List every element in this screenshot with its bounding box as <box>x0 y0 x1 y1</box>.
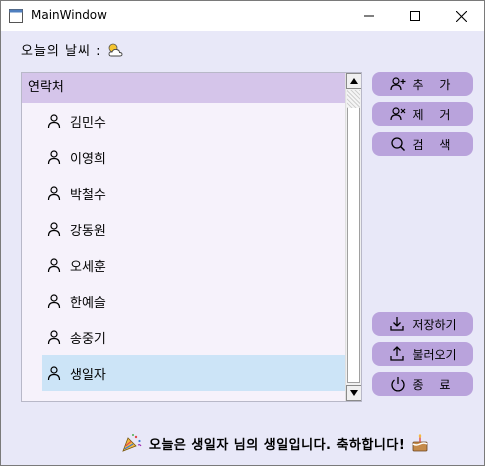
close-button[interactable] <box>438 1 484 31</box>
minimize-button[interactable] <box>346 1 392 31</box>
download-icon <box>390 317 405 331</box>
contact-name: 김민수 <box>70 115 106 131</box>
person-icon <box>47 222 61 237</box>
add-button-label: 추 가 <box>412 77 457 92</box>
contact-name: 생일자 <box>70 367 106 383</box>
add-user-icon <box>389 77 406 91</box>
search-button[interactable]: 검 색 <box>372 132 473 156</box>
save-button[interactable]: 저장하기 <box>372 312 473 336</box>
contact-item[interactable]: 김민수 <box>42 103 345 139</box>
person-icon <box>47 186 61 201</box>
contact-item[interactable]: 강동원 <box>42 211 345 247</box>
contact-item[interactable]: 이영희 <box>42 139 345 175</box>
person-icon <box>47 294 61 309</box>
arrow-up-icon <box>350 78 358 84</box>
contacts-header: 연락처 <box>22 73 345 103</box>
person-icon <box>47 330 61 345</box>
cake-icon <box>412 434 428 452</box>
search-button-label: 검 색 <box>412 137 457 152</box>
title-bar[interactable]: MainWindow <box>1 1 484 31</box>
save-button-label: 저장하기 <box>412 317 457 332</box>
scroll-down-button[interactable] <box>346 385 361 401</box>
client-area: 오늘의 날씨 : 연락처 김민수이영희박철수강동원오세훈한예슬송중기생일자 <box>1 31 484 465</box>
remove-button[interactable]: 제 거 <box>372 102 473 126</box>
maximize-button[interactable] <box>392 1 438 31</box>
contact-item[interactable]: 박철수 <box>42 175 345 211</box>
contact-name: 이영희 <box>70 151 106 167</box>
search-icon <box>390 137 405 151</box>
contact-name: 오세훈 <box>70 259 106 275</box>
remove-button-label: 제 거 <box>412 107 457 122</box>
person-icon <box>47 366 61 381</box>
exit-button-label: 종 료 <box>412 377 457 392</box>
partly-cloudy-icon <box>109 43 123 56</box>
scroll-grip <box>347 90 360 108</box>
load-button[interactable]: 불러오기 <box>372 342 473 366</box>
contact-item[interactable]: 송중기 <box>42 319 345 355</box>
power-icon <box>390 377 405 392</box>
upload-icon <box>390 346 405 361</box>
load-button-label: 불러오기 <box>412 347 457 362</box>
person-icon <box>47 114 61 129</box>
contact-name: 한예슬 <box>70 295 106 311</box>
main-window: MainWindow 오늘의 날씨 : 연락처 김민수이영희박철수강동원오세훈한… <box>0 0 485 466</box>
contact-item[interactable]: 생일자 <box>42 355 345 391</box>
scroll-thumb[interactable] <box>347 90 360 383</box>
contact-name: 송중기 <box>70 331 106 347</box>
weather-label: 오늘의 날씨 : <box>21 44 102 59</box>
maximize-icon <box>410 11 420 21</box>
birthday-banner: 오늘은 생일자 님의 생일입니다. 축하합니다! <box>121 431 484 455</box>
weather-row: 오늘의 날씨 : <box>21 40 127 59</box>
person-icon <box>47 150 61 165</box>
window-title: MainWindow <box>31 8 107 22</box>
close-icon <box>455 10 467 22</box>
contact-item[interactable]: 한예슬 <box>42 283 345 319</box>
vertical-scrollbar[interactable] <box>345 73 361 401</box>
birthday-message: 오늘은 생일자 님의 생일입니다. 축하합니다! <box>149 437 406 453</box>
person-icon <box>47 258 61 273</box>
contact-item[interactable]: 오세훈 <box>42 247 345 283</box>
exit-button[interactable]: 종 료 <box>372 372 473 396</box>
remove-user-icon <box>389 107 405 121</box>
arrow-down-icon <box>350 390 358 396</box>
party-popper-icon <box>122 434 142 452</box>
contact-name: 박철수 <box>70 187 106 203</box>
minimize-icon <box>364 15 374 17</box>
contact-name: 강동원 <box>70 223 106 239</box>
scroll-up-button[interactable] <box>346 73 361 89</box>
add-button[interactable]: 추 가 <box>372 72 473 96</box>
contacts-list[interactable]: 연락처 김민수이영희박철수강동원오세훈한예슬송중기생일자 <box>21 72 362 402</box>
app-icon <box>9 9 23 23</box>
